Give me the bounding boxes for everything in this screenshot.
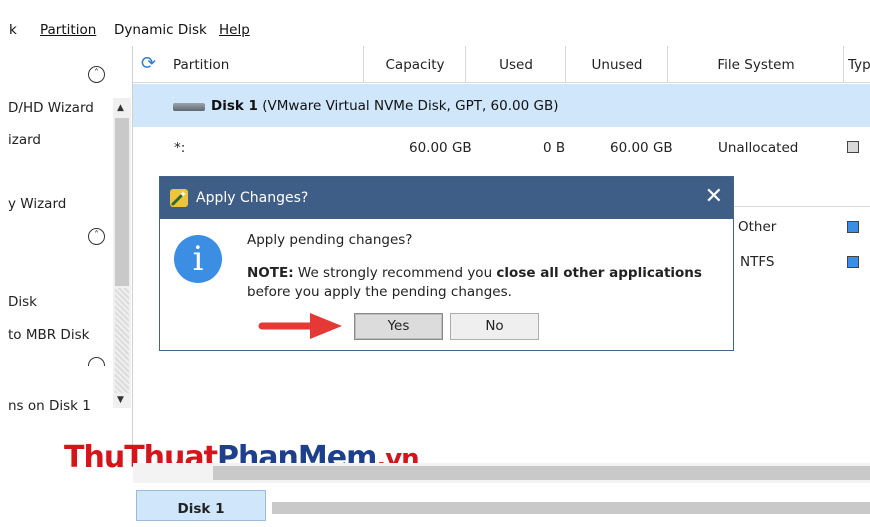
primary-type-icon xyxy=(847,221,859,233)
collapse-up-icon-2[interactable]: ˄ xyxy=(88,228,105,245)
partition-table-header: ⟳ Partition Capacity Used Unused File Sy… xyxy=(133,46,870,83)
row-divider xyxy=(733,206,870,207)
scroll-thumb[interactable] xyxy=(115,118,129,286)
dialog-question: Apply pending changes? xyxy=(247,232,413,248)
cell-used: 0 B xyxy=(543,140,566,156)
horizontal-scroll-thumb[interactable] xyxy=(213,466,870,480)
no-button[interactable]: No xyxy=(450,313,539,340)
dialog-title-bar: Apply Changes? ✕ xyxy=(160,177,733,219)
col-type[interactable]: Type xyxy=(843,46,870,82)
cell-file-system-ntfs: NTFS xyxy=(740,254,775,270)
disk-map-bar[interactable] xyxy=(272,502,870,514)
left-item-disk[interactable]: Disk xyxy=(8,294,37,310)
left-item-wizard[interactable]: izard xyxy=(8,132,41,148)
close-icon[interactable]: ✕ xyxy=(705,184,723,210)
left-item-hd-wizard[interactable]: D/HD Wizard xyxy=(8,100,94,116)
apply-changes-dialog: Apply Changes? ✕ i Apply pending changes… xyxy=(159,176,734,351)
left-panel-scrollbar[interactable]: ▲ ▼ xyxy=(113,98,131,408)
collapse-up-icon[interactable]: ˄ xyxy=(88,66,105,83)
note-emphasis: close all other applications xyxy=(496,265,702,281)
col-unused[interactable]: Unused xyxy=(565,46,668,82)
menu-item-partition[interactable]: Partition xyxy=(40,22,96,38)
menu-item-partition-label: Partition xyxy=(40,22,97,38)
menu-item-help-label: Help xyxy=(219,22,250,38)
left-item-to-mbr-disk[interactable]: to MBR Disk xyxy=(8,327,89,343)
cell-file-system-other: Other xyxy=(738,219,777,235)
scroll-up-icon[interactable]: ▲ xyxy=(117,103,124,113)
menu-item-dynamic-disk[interactable]: Dynamic Disk xyxy=(114,22,207,38)
scroll-track[interactable] xyxy=(115,288,129,393)
col-capacity[interactable]: Capacity xyxy=(363,46,466,82)
col-used[interactable]: Used xyxy=(465,46,566,82)
collapse-up-icon-3[interactable] xyxy=(88,357,105,366)
menu-item-help[interactable]: Help xyxy=(219,22,250,38)
magic-wand-icon xyxy=(170,189,188,207)
refresh-icon[interactable]: ⟳ xyxy=(141,54,161,74)
left-item-y-wizard[interactable]: y Wizard xyxy=(8,196,66,212)
scroll-down-icon[interactable]: ▼ xyxy=(117,395,124,405)
menu-item-disk[interactable]: k xyxy=(9,22,17,38)
disk-map-disk1[interactable]: Disk 1 xyxy=(136,490,266,521)
pointer-arrow-icon xyxy=(258,313,342,339)
left-item-partitions-on-disk[interactable]: ns on Disk 1 xyxy=(8,398,91,414)
dialog-title: Apply Changes? xyxy=(196,190,309,206)
col-file-system[interactable]: File System xyxy=(667,46,844,82)
cell-partition: *: xyxy=(174,140,186,156)
watermark-part1: Thu xyxy=(64,440,125,475)
note-label: NOTE: xyxy=(247,265,294,281)
dialog-note: NOTE: We strongly recommend you close al… xyxy=(247,264,717,302)
operations-panel: ˄ D/HD Wizard izard y Wizard ˄ Disk to M… xyxy=(0,46,133,461)
unallocated-type-icon xyxy=(847,141,859,153)
disk-row-label: Disk 1 (VMware Virtual NVMe Disk, GPT, 6… xyxy=(211,98,559,114)
horizontal-scrollbar[interactable] xyxy=(133,463,870,483)
cell-file-system: Unallocated xyxy=(718,140,799,156)
cell-capacity: 60.00 GB xyxy=(409,140,472,156)
col-partition[interactable]: Partition xyxy=(163,46,363,82)
cell-unused: 60.00 GB xyxy=(610,140,673,156)
disk-drive-icon xyxy=(173,103,205,111)
note-text-2: before you apply the pending changes. xyxy=(247,284,512,300)
info-icon: i xyxy=(174,235,222,283)
disk-name: Disk 1 xyxy=(211,98,258,114)
disk-row[interactable]: Disk 1 (VMware Virtual NVMe Disk, GPT, 6… xyxy=(133,84,870,127)
yes-button[interactable]: Yes xyxy=(354,313,443,340)
note-text-1: We strongly recommend you xyxy=(293,265,497,281)
primary-type-icon-2 xyxy=(847,256,859,268)
menu-bar: k Partition Dynamic Disk Help xyxy=(0,0,870,46)
disk-desc: (VMware Virtual NVMe Disk, GPT, 60.00 GB… xyxy=(262,98,559,114)
